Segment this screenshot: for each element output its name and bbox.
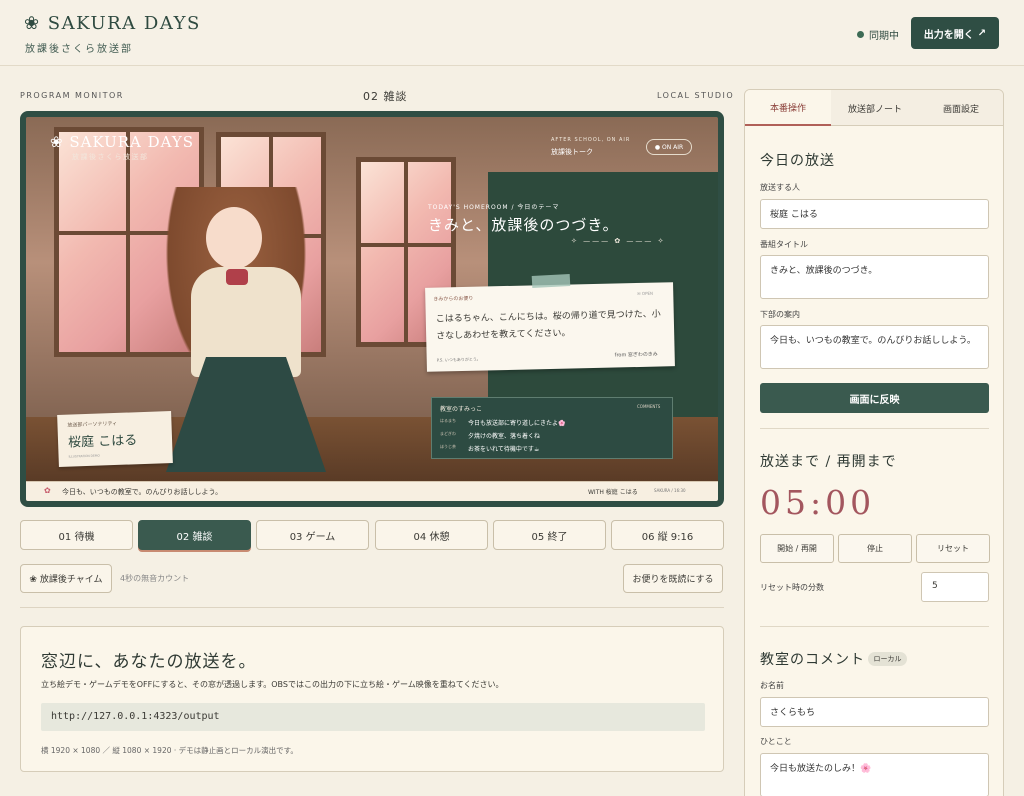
- output-size-note: 横 1920 × 1080 ／ 縦 1080 × 1920 · デモは静止画とロ…: [41, 746, 298, 755]
- chime-note: 4秒の無音カウント: [120, 574, 190, 583]
- reset-minutes-label: リセット時の分数: [760, 583, 824, 592]
- scene-tab-05[interactable]: 05 終了: [493, 520, 606, 550]
- local-badge: ローカル: [868, 652, 907, 666]
- comment-row: はるまち 今日も放送部に寄り道しにきたよ🌸: [440, 418, 565, 427]
- comment-section-title: 教室のコメント: [760, 652, 865, 668]
- program-monitor-caption: PROGRAM MONITOR: [20, 91, 124, 100]
- scene-with-host: WITH 桜庭 こはる: [588, 489, 638, 496]
- scene-tab-06[interactable]: 06 縦 9:16: [611, 520, 724, 550]
- open-output-button[interactable]: 出力を開く ↗: [911, 17, 999, 49]
- comment-row: ほうじ茶 お茶をいれて待機中です☕: [440, 444, 539, 453]
- today-broadcast-title: 今日の放送: [760, 153, 835, 169]
- brand-subtitle: 放課後さくら放送部: [25, 44, 133, 55]
- scene-tab-03[interactable]: 03 ゲーム: [256, 520, 369, 550]
- control-panel: 本番操作 放送部ノート 画面設定 今日の放送 放送する人 桜庭 こはる 番組タイ…: [744, 89, 1004, 796]
- chime-button[interactable]: ❀ 放課後チャイム: [20, 564, 112, 593]
- scene-logo-subtitle: 放課後さくら放送部: [72, 153, 149, 161]
- info-title: 窓辺に、あなたの放送を。: [41, 652, 257, 672]
- letter-body: こはるちゃん、こんにちは。桜の帰り道で見つけた、小さなしあわせを教えてください。: [435, 309, 661, 342]
- reset-button[interactable]: リセット: [916, 534, 990, 563]
- after-school-title: 放課後トーク: [551, 148, 593, 156]
- comment-author: まどぎわ: [440, 431, 456, 436]
- letter-tape: [531, 274, 571, 288]
- letter-ps: P.S. いつもありがとう。: [436, 356, 481, 363]
- theme-title: きみと、放課後のつづき。: [428, 216, 619, 234]
- comments-title: 教室のすみっこ: [440, 406, 483, 413]
- timer-title: 放送まで / 再開まで: [760, 454, 897, 470]
- on-air-badge: ● ON AIR: [646, 139, 692, 155]
- letter-label: きみからのお便り: [433, 295, 474, 303]
- divider: [760, 428, 989, 429]
- name-card: 放送部パーソナリティ 桜庭 こはる ILLUSTRATION DEMO: [57, 411, 173, 467]
- sync-status-label: 同期中: [869, 31, 899, 42]
- external-link-icon: ↗: [977, 27, 987, 39]
- message-input[interactable]: 今日も放送たのしみ！🌸: [760, 753, 989, 796]
- character-face: [206, 207, 262, 269]
- panel-tabs: 本番操作 放送部ノート 画面設定: [745, 90, 1003, 126]
- comment-text: 今日も放送部に寄り道しにきたよ🌸: [468, 420, 566, 427]
- name-label: お名前: [760, 681, 784, 690]
- comments-board: 教室のすみっこ COMMENTS はるまち 今日も放送部に寄り道しにきたよ🌸 ま…: [431, 397, 673, 459]
- letter-from: from 窓ぎわのきみ: [614, 351, 658, 359]
- reset-minutes-input[interactable]: 5: [921, 572, 989, 602]
- comment-row: まどぎわ 夕焼けの教室、落ち着くね: [440, 431, 540, 440]
- comments-label: COMMENTS: [637, 404, 661, 409]
- name-card-demo-label: ILLUSTRATION DEMO: [68, 453, 100, 459]
- sync-status: 同期中: [857, 27, 899, 42]
- timer-display: 05:00: [760, 483, 876, 522]
- app-header: ❀ SAKURA DAYS 放課後さくら放送部 同期中 出力を開く ↗: [0, 0, 1024, 66]
- message-label: ひとこと: [760, 737, 792, 746]
- scene-bottom-bar: ✿ 今日も、いつもの教室で。のんびりお話ししよう。 WITH 桜庭 こはる SA…: [26, 481, 718, 501]
- start-resume-button[interactable]: 開始 / 再開: [760, 534, 834, 563]
- program-monitor: ❀ SAKURA DAYS 放課後さくら放送部 AFTER SCHOOL, ON…: [20, 111, 724, 507]
- lower-guide-input[interactable]: 今日も、いつもの教室で。のんびりお話ししよう。: [760, 325, 989, 369]
- apply-to-screen-button[interactable]: 画面に反映: [760, 383, 989, 413]
- comment-text: 夕焼けの教室、落ち着くね: [468, 433, 541, 440]
- open-output-label: 出力を開く: [923, 29, 974, 41]
- info-description: 立ち絵デモ・ゲームデモをOFFにすると、その窓が透過します。OBSではこの出力の…: [41, 680, 504, 689]
- name-input[interactable]: さくらもち: [760, 697, 989, 727]
- scene-bottom-text: 今日も、いつもの教室で。のんびりお話ししよう。: [62, 488, 223, 496]
- comment-text: お茶をいれて待機中です☕: [468, 446, 540, 453]
- letter-card: きみからのお便り ✉ OPEN こはるちゃん、こんにちは。桜の帰り道で見つけた、…: [425, 282, 675, 372]
- character-ribbon: [226, 269, 248, 285]
- scene-tab-04[interactable]: 04 休憩: [375, 520, 488, 550]
- local-studio-caption: LOCAL STUDIO: [657, 91, 735, 100]
- scene-time: SAKURA / 16:30: [654, 488, 686, 493]
- comment-author: はるまち: [440, 418, 456, 423]
- monitor-title: 02 雑談: [363, 90, 408, 103]
- scene-tab-02[interactable]: 02 雑談: [138, 520, 251, 550]
- program-title-label: 番組タイトル: [760, 240, 808, 249]
- name-card-name: 桜庭 こはる: [67, 433, 138, 451]
- scene-tab-01[interactable]: 01 待機: [20, 520, 133, 550]
- letter-open-tag: ✉ OPEN: [637, 290, 654, 297]
- comment-author: ほうじ茶: [440, 444, 456, 449]
- mark-letter-read-button[interactable]: お便りを既読にする: [623, 564, 723, 593]
- stop-button[interactable]: 停止: [838, 534, 912, 563]
- divider: [760, 626, 989, 627]
- scene-preview: ❀ SAKURA DAYS 放課後さくら放送部 AFTER SCHOOL, ON…: [26, 117, 718, 481]
- host-label: 放送する人: [760, 183, 800, 192]
- after-school-caption: AFTER SCHOOL, ON AIR: [551, 137, 631, 143]
- theme-decoration: ✧ ——— ✿ ——— ✧: [571, 237, 666, 245]
- name-card-role: 放送部パーソナリティ: [67, 420, 118, 429]
- brand-logo: ❀ SAKURA DAYS: [24, 13, 201, 34]
- output-info-card: 窓辺に、あなたの放送を。 立ち絵デモ・ゲームデモをOFFにすると、その窓が透過し…: [20, 626, 724, 772]
- tab-screen-settings[interactable]: 画面設定: [918, 90, 1003, 126]
- host-input[interactable]: 桜庭 こはる: [760, 199, 989, 229]
- program-title-input[interactable]: きみと、放課後のつづき。: [760, 255, 989, 299]
- tab-live-control[interactable]: 本番操作: [745, 90, 831, 126]
- tab-broadcast-notes[interactable]: 放送部ノート: [832, 90, 918, 126]
- scene-logo: ❀ SAKURA DAYS: [50, 133, 195, 151]
- divider: [20, 607, 724, 608]
- lower-guide-label: 下部の案内: [760, 310, 800, 319]
- output-url[interactable]: http://127.0.0.1:4323/output: [41, 703, 705, 731]
- sakura-icon: ✿: [44, 486, 51, 495]
- theme-caption: TODAY'S HOMEROOM / 今日のテーマ: [428, 204, 560, 211]
- status-dot-icon: [857, 31, 864, 38]
